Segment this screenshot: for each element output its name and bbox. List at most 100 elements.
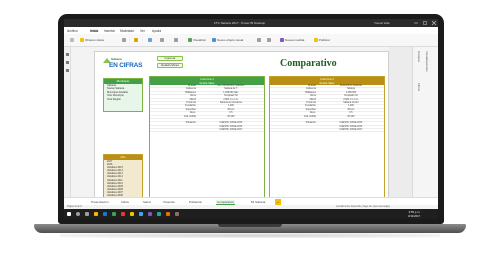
logo-small-text: Sabana — [111, 57, 122, 61]
table-cell-value: 0.5 — [349, 112, 353, 115]
search-icon[interactable] — [76, 212, 80, 216]
fields-pane-label[interactable]: Campos — [417, 51, 421, 62]
slicer-option[interactable]: Otra Región — [104, 98, 142, 101]
tab-indice[interactable]: Indice — [120, 200, 130, 204]
table-cell-value: FUENTE: DANE 2017 — [339, 129, 363, 132]
menu-modeling[interactable]: Modelado — [120, 29, 134, 33]
report-canvas: Sabana EN CIFRAS Ingresar Estado Mesa Co… — [94, 51, 389, 199]
menu-help[interactable]: Ayuda — [152, 29, 161, 33]
close-icon[interactable] — [430, 20, 438, 26]
table-cell-value: FUENTE: DANE 2016 — [339, 125, 363, 128]
excel-icon[interactable] — [112, 212, 116, 216]
report-view-icon[interactable] — [66, 53, 69, 56]
visualizations-pane-label[interactable]: Visualizaciones — [425, 51, 429, 72]
table-cell-value: FUENTE: DANE 2015 — [219, 122, 243, 125]
shapes-icon[interactable] — [267, 38, 271, 42]
table-right-body: Entidad MUNICIPIO SABANA Cabecera Sabana Hab… — [270, 85, 384, 133]
page-indicator: Página 8 de 8 — [67, 205, 82, 208]
menu-view[interactable]: Ver — [140, 29, 145, 33]
tab-presentacion[interactable]: Presentación — [90, 200, 110, 204]
app-purple-icon[interactable] — [148, 212, 152, 216]
task-view-icon[interactable] — [85, 212, 89, 216]
table-cell-value: 45 km² — [227, 108, 235, 111]
menu-file[interactable]: Archivo — [67, 29, 78, 33]
explorer-icon[interactable] — [94, 212, 98, 216]
app-red-icon[interactable] — [121, 212, 125, 216]
table-cell-key: Superficie — [185, 108, 196, 111]
publish-icon — [314, 38, 318, 42]
chart-icon[interactable] — [134, 38, 138, 42]
table-cell-value: 45 km² — [347, 108, 355, 111]
table-cell-key: Cód. DANE — [184, 115, 196, 118]
tab-vivienda[interactable]: Vivienda — [162, 200, 175, 204]
table-cell-value: MUNICIPIO SABANA — [339, 85, 362, 87]
model-view-icon[interactable] — [66, 69, 69, 72]
table-cell-value: Sabana de Occidente — [219, 101, 242, 104]
table-left-body: Entidad Nvo. MUNICIPIO SABANA Cabecera Saba… — [150, 85, 264, 133]
tab-poblacion[interactable]: Población — [188, 200, 203, 204]
table-cell-value: Templado frío — [223, 95, 238, 98]
new-visual-icon — [212, 38, 216, 42]
table-cell-key: Clima — [190, 95, 196, 98]
laptop-notch — [218, 224, 282, 227]
visualize-button[interactable]: Visualizar — [188, 38, 206, 42]
table-cell-key: Dens. — [309, 112, 316, 115]
app-orange-icon[interactable] — [166, 212, 170, 216]
table-cell-key: Clima — [310, 95, 316, 98]
edge-icon[interactable] — [103, 212, 107, 216]
tab-salud[interactable]: Salud — [142, 200, 152, 204]
app-teal-icon[interactable] — [157, 212, 161, 216]
table-cell-value: 25.430 — [227, 115, 235, 118]
table-cell-key: Habitantes — [304, 91, 316, 94]
logo-big-text: EN CIFRAS — [109, 62, 143, 69]
table-cell-value: FUENTE: DANE 2016 — [219, 125, 243, 128]
data-view-icon[interactable] — [66, 61, 69, 64]
menu-home[interactable]: Inicio — [90, 29, 98, 33]
publish-label: Publicar — [319, 38, 330, 42]
table-cell-value — [198, 119, 264, 121]
table-cell-value: 2.600 m.s.n.m. — [223, 98, 239, 101]
table-cell-key — [270, 126, 318, 128]
powerbi-icon[interactable] — [130, 212, 134, 216]
table-cell-key — [270, 129, 318, 131]
menu-insert[interactable]: Insertar — [104, 29, 115, 33]
chip-ingresar[interactable]: Ingresar — [157, 56, 183, 61]
table-icon — [122, 38, 126, 42]
table-cell-key: Altitud — [189, 98, 196, 101]
table-cell-value: Sabana Centro — [343, 101, 359, 104]
table-cell-key: Provincia — [186, 101, 196, 104]
municipio-slicer[interactable]: Municipio Sabana Nueva Sabana Municipio … — [103, 78, 143, 112]
paste-icon[interactable] — [160, 38, 164, 42]
table-cell-value: Sabana de T. — [224, 88, 238, 91]
textbox-icon[interactable] — [257, 38, 261, 42]
table-cell-value: 25.430 — [347, 115, 355, 118]
table-cell-key: Población — [185, 122, 196, 125]
comparison-table-left[interactable]: Columna 1 Fecha Valor Entidad Nvo. MUNICI… — [149, 76, 265, 198]
enter-data-button[interactable] — [122, 38, 126, 42]
clock[interactable]: 3:55 p.m. 3/11/2017 — [408, 210, 420, 218]
comparison-table-right[interactable]: Columna 2 Fecha Valor Entidad MUNICIPIO S… — [269, 76, 385, 198]
filters-pane-label[interactable]: Filtros — [417, 83, 421, 91]
year-slicer[interactable]: Año 2017 2016 Variables 2015 Variables 2… — [103, 154, 143, 198]
minimize-icon[interactable] — [412, 20, 420, 26]
publish-button[interactable]: Publicar — [314, 38, 330, 42]
update-notice[interactable]: Actualización disponible (haga clic para… — [336, 205, 390, 208]
new-measure-label: Nueva medida — [285, 38, 305, 42]
start-icon[interactable] — [67, 212, 71, 216]
page-tabs: Presentación Indice Salud Vivienda Pobla… — [64, 197, 438, 205]
app-brown-icon[interactable] — [175, 212, 179, 216]
table-cell-value: 1.458.000 hab. — [223, 91, 239, 94]
chip-estado[interactable]: Estado Mesa — [157, 63, 183, 68]
get-data-button[interactable]: Obtener datos — [80, 38, 104, 42]
new-visual-button[interactable]: Nuevo objeto visual — [212, 38, 243, 42]
new-measure-button[interactable]: Nueva medida — [280, 38, 304, 42]
tab-mi-sabana[interactable]: Mi Sabana — [250, 200, 266, 204]
table-cell-value — [318, 119, 384, 121]
user-name: Youcef Hda — [374, 21, 390, 25]
refresh-icon[interactable] — [148, 38, 152, 42]
maximize-icon[interactable] — [421, 20, 429, 26]
page-icon[interactable] — [174, 38, 178, 42]
undo-icon[interactable] — [70, 38, 74, 42]
app-blue-icon[interactable] — [139, 212, 143, 216]
table-cell-key — [150, 119, 198, 121]
